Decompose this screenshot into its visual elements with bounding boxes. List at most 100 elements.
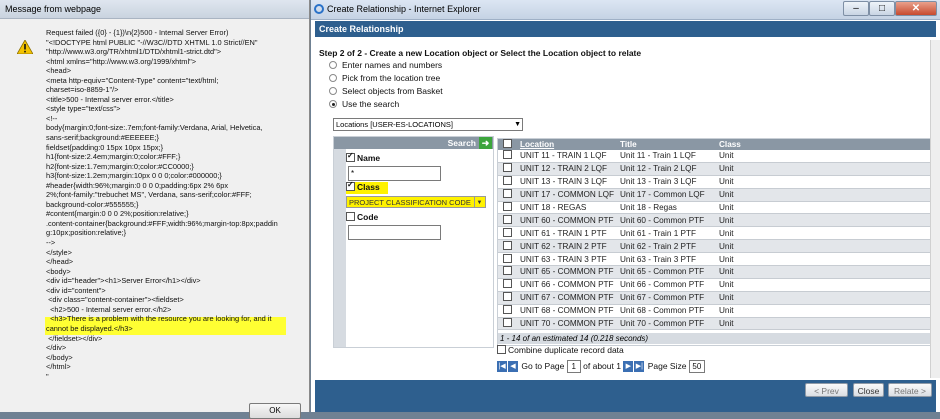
- row-checkbox-cell[interactable]: [498, 304, 518, 318]
- table-row[interactable]: UNIT 17 - COMMON LQF Unit 17 - Common LQF…: [498, 188, 931, 202]
- column-header-location[interactable]: Location: [518, 139, 618, 150]
- cell-title: Unit 68 - Common PTF: [618, 304, 717, 318]
- table-row[interactable]: UNIT 12 - TRAIN 2 LQF Unit 12 - Train 2 L…: [498, 162, 931, 176]
- radio-enter-names[interactable]: Enter names and numbers: [329, 60, 442, 70]
- code-checkbox[interactable]: [346, 212, 355, 221]
- table-row[interactable]: UNIT 62 - TRAIN 2 PTF Unit 62 - Train 2 P…: [498, 239, 931, 254]
- radio-button[interactable]: [329, 87, 337, 95]
- row-checkbox-cell[interactable]: [498, 239, 518, 254]
- table-row[interactable]: UNIT 11 - TRAIN 1 LQF Unit 11 - Train 1 L…: [498, 150, 931, 163]
- search-button[interactable]: Search: [448, 138, 476, 148]
- first-page-icon[interactable]: |◀: [497, 361, 507, 373]
- combine-checkbox[interactable]: [497, 345, 506, 354]
- row-checkbox[interactable]: [502, 253, 512, 263]
- prev-page-icon[interactable]: ◀: [508, 361, 518, 373]
- table-row[interactable]: UNIT 65 - COMMON PTF Unit 65 - Common PTF…: [498, 265, 931, 279]
- table-row[interactable]: UNIT 18 - REGAS Unit 18 - Regas Unit: [498, 201, 931, 215]
- minimize-button[interactable]: –: [843, 1, 869, 16]
- combine-duplicates-row[interactable]: Combine duplicate record data: [497, 345, 624, 355]
- last-page-icon[interactable]: ▶|: [634, 361, 645, 373]
- table-row[interactable]: UNIT 70 - COMMON PTF Unit 70 - Common PTF…: [498, 317, 931, 331]
- name-input[interactable]: *: [348, 166, 441, 181]
- radio-button[interactable]: [329, 61, 337, 69]
- next-page-icon[interactable]: ▶: [623, 361, 634, 373]
- row-checkbox-cell[interactable]: [498, 162, 518, 176]
- vertical-scrollbar[interactable]: [930, 40, 940, 378]
- row-checkbox[interactable]: [502, 292, 512, 302]
- cell-location: UNIT 65 - COMMON PTF: [518, 265, 618, 279]
- cell-title: Unit 66 - Common PTF: [618, 278, 717, 292]
- prev-button[interactable]: < Prev: [805, 383, 848, 397]
- cell-title: Unit 67 - Common PTF: [618, 291, 717, 305]
- row-checkbox-cell[interactable]: [498, 265, 518, 279]
- cell-class: Unit: [717, 239, 931, 254]
- cell-title: Unit 11 - Train 1 LQF: [618, 150, 717, 163]
- select-all-checkbox-cell[interactable]: [498, 139, 518, 150]
- results-footer: 1 - 14 of an estimated 14 (0.218 seconds…: [498, 333, 931, 344]
- code-label: Code: [357, 212, 379, 222]
- row-checkbox-cell[interactable]: [498, 188, 518, 202]
- row-checkbox-cell[interactable]: [498, 150, 518, 163]
- row-checkbox-cell[interactable]: [498, 175, 518, 189]
- row-checkbox[interactable]: [502, 150, 512, 160]
- column-header-class[interactable]: Class: [717, 139, 931, 150]
- results-table: Location Title Class UNIT 11 - TRAIN 1 L…: [497, 138, 932, 346]
- name-checkbox[interactable]: [346, 151, 355, 162]
- arrow-right-icon[interactable]: ➜: [479, 137, 492, 149]
- row-checkbox-cell[interactable]: [498, 213, 518, 228]
- cell-class: Unit: [717, 317, 931, 331]
- close-window-button[interactable]: ✕: [895, 1, 937, 16]
- combine-label: Combine duplicate record data: [508, 345, 624, 355]
- class-select[interactable]: PROJECT CLASSIFICATION CODE ▼: [346, 196, 486, 208]
- row-checkbox[interactable]: [502, 202, 512, 211]
- radio-pick-tree[interactable]: Pick from the location tree: [329, 73, 440, 83]
- row-checkbox[interactable]: [502, 176, 512, 186]
- close-button[interactable]: Close: [853, 383, 884, 397]
- row-checkbox[interactable]: [502, 227, 512, 237]
- ok-button[interactable]: OK: [249, 403, 301, 419]
- radio-label: Pick from the location tree: [342, 73, 441, 83]
- location-select[interactable]: Locations [USER-ES-LOCATIONS] ▼: [333, 118, 523, 131]
- code-input[interactable]: [348, 225, 441, 240]
- radio-basket[interactable]: Select objects from Basket: [329, 86, 443, 96]
- class-filter-label-row: Class: [346, 180, 380, 192]
- row-checkbox-cell[interactable]: [498, 252, 518, 267]
- radio-use-search[interactable]: Use the search: [329, 99, 399, 109]
- relate-button[interactable]: Relate >: [888, 383, 932, 397]
- row-checkbox-cell[interactable]: [498, 226, 518, 241]
- page-number-input[interactable]: 1: [566, 360, 581, 374]
- cell-title: Unit 70 - Common PTF: [618, 317, 717, 331]
- radio-button[interactable]: [329, 74, 337, 82]
- row-checkbox-cell[interactable]: [498, 317, 518, 331]
- ie-window: Create Relationship - Internet Explorer …: [311, 0, 940, 412]
- class-checkbox[interactable]: [346, 180, 355, 191]
- table-row[interactable]: UNIT 68 - COMMON PTF Unit 68 - Common PTF…: [498, 304, 931, 318]
- cell-title: Unit 65 - Common PTF: [618, 265, 717, 279]
- row-checkbox-cell[interactable]: [498, 201, 518, 215]
- column-header-title[interactable]: Title: [618, 139, 717, 150]
- cell-location: UNIT 17 - COMMON LQF: [518, 188, 618, 202]
- table-row[interactable]: UNIT 63 - TRAIN 3 PTF Unit 63 - Train 3 P…: [498, 252, 931, 267]
- row-checkbox[interactable]: [502, 163, 512, 173]
- row-checkbox[interactable]: [502, 214, 512, 224]
- cell-location: UNIT 18 - REGAS: [518, 201, 618, 215]
- row-checkbox[interactable]: [502, 279, 512, 289]
- select-all-checkbox[interactable]: [502, 139, 512, 148]
- row-checkbox[interactable]: [502, 318, 512, 328]
- row-checkbox-cell[interactable]: [498, 291, 518, 305]
- maximize-button[interactable]: □: [869, 1, 895, 16]
- row-checkbox[interactable]: [502, 305, 512, 315]
- row-checkbox[interactable]: [502, 266, 512, 276]
- table-row[interactable]: UNIT 61 - TRAIN 1 PTF Unit 61 - Train 1 P…: [498, 226, 931, 241]
- row-checkbox-cell[interactable]: [498, 278, 518, 292]
- table-row[interactable]: UNIT 67 - COMMON PTF Unit 67 - Common PTF…: [498, 291, 931, 305]
- row-checkbox[interactable]: [502, 189, 512, 199]
- radio-button-selected[interactable]: [329, 100, 337, 108]
- pager: |◀ ◀ Go to Page 1 of about 1 ▶ ▶| Page Siz…: [497, 360, 705, 374]
- table-row[interactable]: UNIT 13 - TRAIN 3 LQF Unit 13 - Train 3 L…: [498, 175, 931, 189]
- table-row[interactable]: UNIT 60 - COMMON PTF Unit 60 - Common PTF…: [498, 213, 931, 228]
- row-checkbox[interactable]: [502, 240, 512, 250]
- message-dialog-title: Message from webpage: [0, 0, 309, 19]
- page-size-input[interactable]: 50: [688, 360, 705, 374]
- table-row[interactable]: UNIT 66 - COMMON PTF Unit 66 - Common PTF…: [498, 278, 931, 292]
